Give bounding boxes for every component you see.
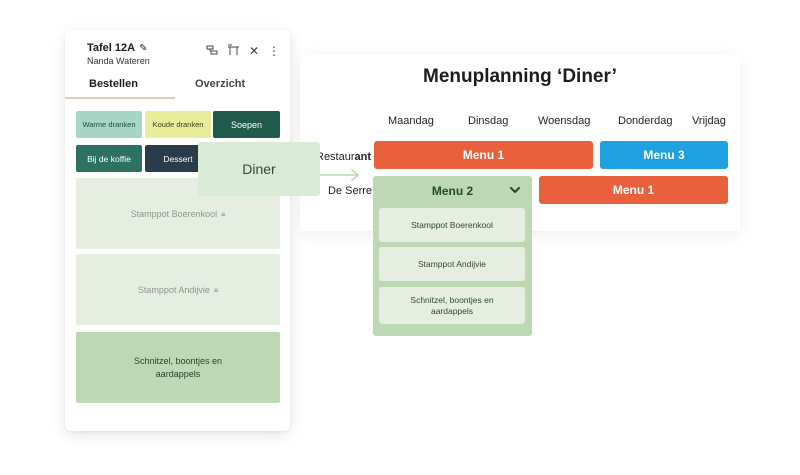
day-label-thursday: Donderdag <box>618 115 673 127</box>
category-label: Soepen <box>230 119 263 130</box>
menu-slot-label: Menu 1 <box>462 148 505 162</box>
dropdown-item[interactable]: Stamppot Andijvie <box>379 247 525 281</box>
menu-slot-label: Menu 3 <box>643 148 685 162</box>
lock-icon: 🔒︎ <box>221 208 226 218</box>
tab-bestellen[interactable]: Bestellen <box>89 78 138 90</box>
order-panel: Tafel 12A ✎ Nanda Wateren ✕ ⋮ Bestellen … <box>65 30 290 431</box>
dropdown-item-label: Schnitzel, boontjes en aardappels <box>410 294 494 316</box>
dropdown-item-label: Stamppot Boerenkool <box>411 219 493 230</box>
move-table-icon[interactable] <box>227 44 240 58</box>
tab-bar: Bestellen Overzicht <box>65 78 290 98</box>
split-bill-icon[interactable] <box>206 44 218 58</box>
category-label: Bij de koffie <box>87 153 131 164</box>
panel-actions: ✕ ⋮ <box>206 44 280 58</box>
category-label: Koude dranken <box>152 120 204 129</box>
row-label-restaurant: Restaurant <box>316 151 371 163</box>
row-label-de-serre: De Serre <box>328 185 373 197</box>
menu-slot-restaurant-menu-3[interactable]: Menu 3 <box>600 141 728 169</box>
diner-category-button[interactable]: Diner <box>198 142 320 196</box>
active-tab-indicator <box>65 97 175 99</box>
day-label-tuesday: Dinsdag <box>468 115 509 127</box>
guest-name: Nanda Wateren <box>87 56 150 66</box>
close-icon[interactable]: ✕ <box>249 45 259 57</box>
menu-slot-restaurant-menu-1[interactable]: Menu 1 <box>374 141 593 169</box>
table-title-text: Tafel 12A <box>87 42 136 54</box>
product-label: Stamppot Andijvie <box>137 284 210 295</box>
day-label-wednesday: Woensdag <box>538 115 591 127</box>
table-title[interactable]: Tafel 12A ✎ <box>87 42 150 54</box>
connector-arrow <box>318 169 359 181</box>
product-label: Stamppot Boerenkool <box>130 208 218 219</box>
dropdown-item[interactable]: Schnitzel, boontjes en aardappels <box>379 287 525 324</box>
planning-title: Menuplanning ‘Diner’ <box>423 66 617 87</box>
day-label-monday: Maandag <box>388 115 434 127</box>
menu-dropdown: Menu 2 Stamppot Boerenkool Stamppot Andi… <box>373 176 532 336</box>
row-label-suffix: ant <box>354 151 372 163</box>
menu-dropdown-toggle[interactable]: Menu 2 <box>373 176 532 206</box>
day-label-friday: Vrijdag <box>692 115 726 127</box>
menu-slot-serre-menu-1[interactable]: Menu 1 <box>539 176 728 204</box>
category-warme-dranken[interactable]: Warme dranken <box>76 111 142 138</box>
category-koude-dranken[interactable]: Koude dranken <box>145 111 211 138</box>
menu-slot-label: Menu 1 <box>612 183 655 197</box>
chevron-down-icon <box>510 187 520 193</box>
dropdown-item[interactable]: Stamppot Boerenkool <box>379 208 525 242</box>
diner-label: Diner <box>242 161 276 177</box>
tab-overzicht[interactable]: Overzicht <box>195 78 245 90</box>
category-label: Dessert <box>163 153 193 164</box>
pencil-icon[interactable]: ✎ <box>139 43 147 54</box>
product-label: Schnitzel, boontjes en aardappels <box>133 355 223 379</box>
dropdown-item-label: Stamppot Andijvie <box>417 258 487 269</box>
dropdown-selected-label: Menu 2 <box>431 184 474 198</box>
lock-icon: 🔒︎ <box>213 284 219 294</box>
row-label-prefix: Restaur <box>316 151 355 163</box>
category-soepen[interactable]: Soepen <box>213 111 280 138</box>
category-label: Warme dranken <box>82 120 136 129</box>
table-header: Tafel 12A ✎ Nanda Wateren <box>87 42 150 66</box>
product-stamppot-andijvie[interactable]: Stamppot Andijvie 🔒︎ <box>76 254 280 325</box>
more-options-icon[interactable]: ⋮ <box>268 45 280 57</box>
category-bij-de-koffie[interactable]: Bij de koffie <box>76 145 142 172</box>
product-schnitzel[interactable]: Schnitzel, boontjes en aardappels <box>76 332 280 403</box>
